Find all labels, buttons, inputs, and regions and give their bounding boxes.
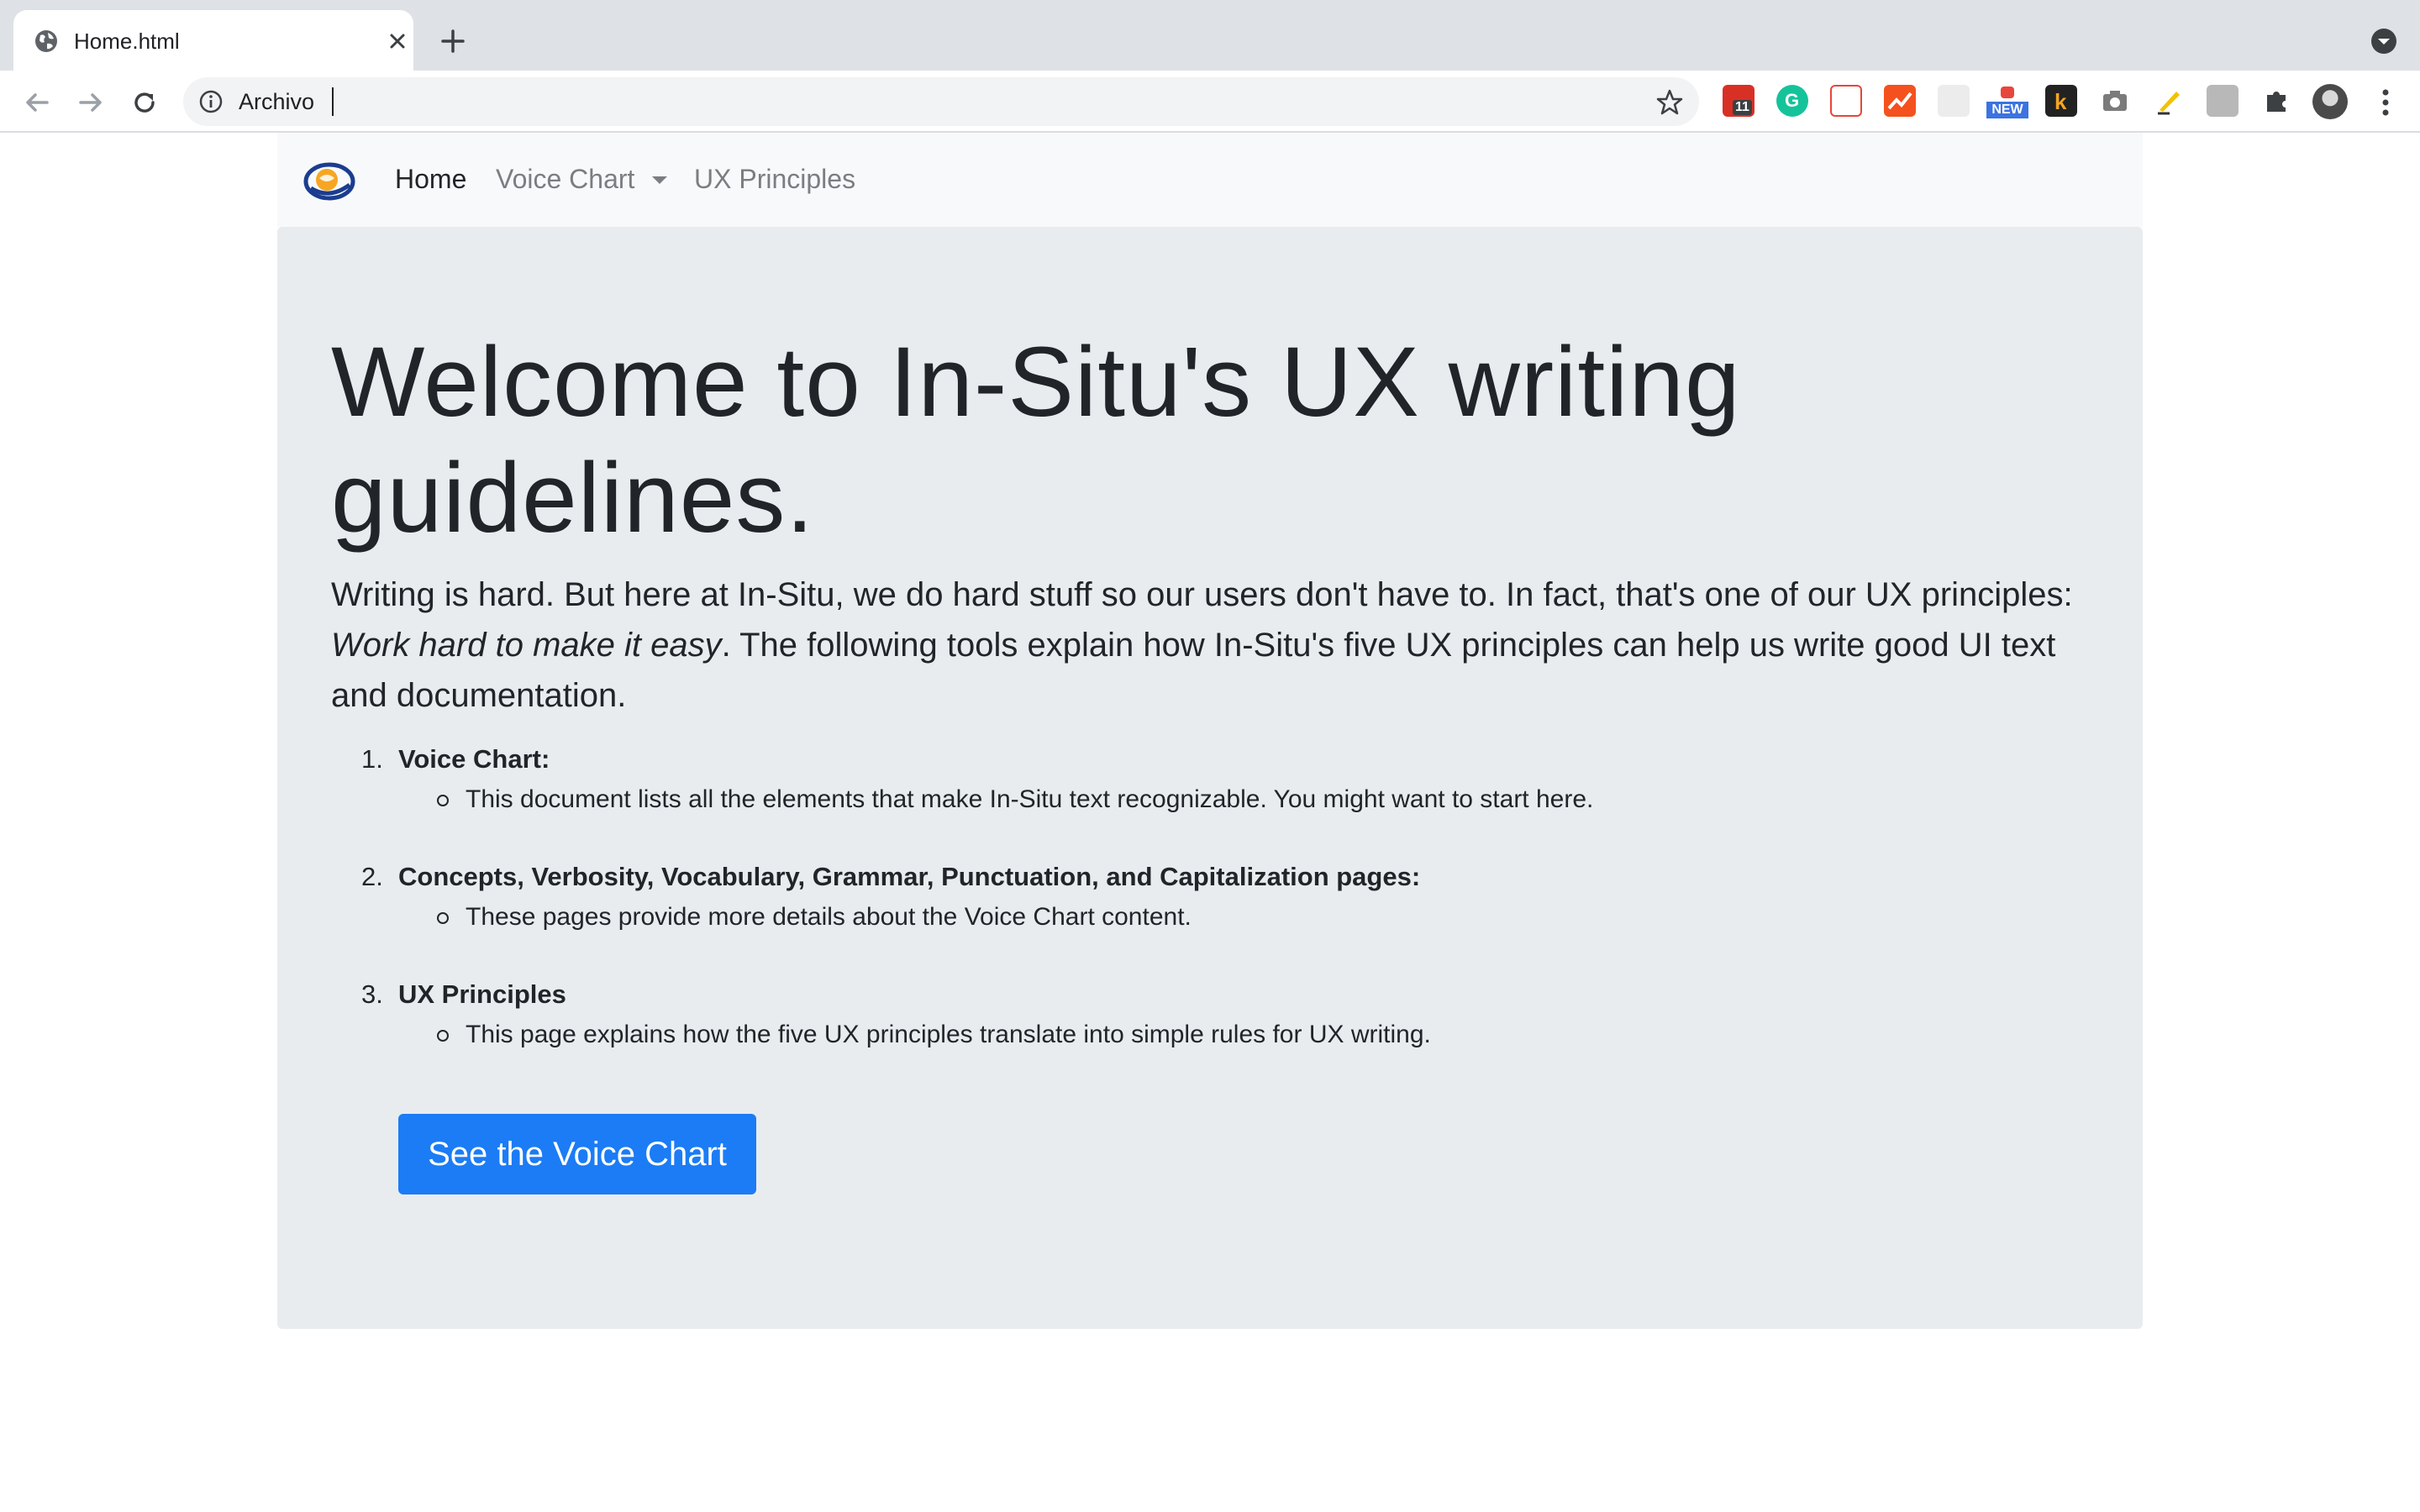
camera-icon (2103, 91, 2127, 111)
intro-paragraph: Writing is hard. But here at In-Situ, we… (331, 570, 2104, 721)
k-extension-icon[interactable]: k (2045, 85, 2077, 117)
intro-text-start: Writing is hard. But here at In-Situ, we… (331, 576, 2073, 613)
nav-home-link[interactable]: Home (395, 158, 466, 200)
sub-list: These pages provide more details about t… (398, 897, 2054, 937)
tab-title: Home.html (74, 29, 180, 54)
extensions-puzzle-icon[interactable] (2260, 85, 2292, 117)
profile-avatar[interactable] (2312, 84, 2348, 119)
sub-list: This document lists all the elements tha… (398, 780, 2054, 820)
sub-list: This page explains how the five UX princ… (398, 1015, 2054, 1055)
list-item: 3. UX Principles This page explains how … (331, 974, 2054, 1055)
address-text: Archivo (239, 89, 315, 114)
react-devtools-extension-icon[interactable] (1938, 85, 1970, 117)
nav-voice-chart-dropdown[interactable]: Voice Chart (496, 158, 634, 200)
list-item-title: Voice Chart: (398, 744, 550, 774)
grammarly-extension-icon[interactable]: G (1776, 85, 1808, 117)
sub-list-item: These pages provide more details about t… (437, 897, 2054, 937)
nav-ux-principles-link[interactable]: UX Principles (694, 158, 855, 200)
close-tab-icon[interactable] (385, 29, 410, 54)
list-number: 3. (361, 979, 383, 1009)
new-extension-icon[interactable]: NEW (1986, 85, 2028, 118)
back-arrow-icon[interactable] (20, 86, 54, 119)
highlighter-icon (2158, 92, 2180, 115)
page-title: Welcome to In-Situ's UX writing guidelin… (331, 327, 1741, 554)
calendar-extension-icon[interactable]: 11 (1723, 85, 1754, 117)
chevron-down-icon[interactable] (652, 176, 667, 184)
list-number: 2. (361, 862, 383, 891)
site-navbar: Home Voice Chart UX Principles (277, 133, 2143, 227)
text-cursor (332, 87, 334, 116)
globe-icon (35, 30, 57, 52)
list-item-title: Concepts, Verbosity, Vocabulary, Grammar… (398, 862, 1421, 891)
highlighter-extension-icon[interactable] (2153, 85, 2185, 117)
list-number: 1. (361, 744, 383, 774)
new-tab-icon[interactable] (439, 27, 467, 55)
browser-toolbar: Archivo 11 G NEW k (0, 71, 2420, 133)
tab-search-icon[interactable] (2370, 27, 2398, 55)
reload-icon[interactable] (128, 86, 161, 119)
grey-extension-icon[interactable] (2207, 85, 2238, 117)
list-item: 1. Voice Chart: This document lists all … (331, 739, 2054, 820)
sub-list-item: This page explains how the five UX princ… (437, 1015, 2054, 1055)
info-icon[interactable] (198, 89, 224, 114)
more-menu-icon[interactable] (2371, 86, 2400, 119)
forward-arrow-icon[interactable] (74, 86, 108, 119)
hero-panel: Welcome to In-Situ's UX writing guidelin… (277, 227, 2143, 1329)
trend-up-icon (1887, 92, 1912, 110)
pdf-extension-icon[interactable] (1830, 85, 1862, 117)
in-situ-logo[interactable] (302, 156, 356, 205)
list-item: 2. Concepts, Verbosity, Vocabulary, Gram… (331, 857, 2054, 937)
browser-tab[interactable]: Home.html (13, 10, 413, 71)
bookmark-star-icon[interactable] (1655, 88, 1684, 117)
list-item-title: UX Principles (398, 979, 566, 1009)
see-voice-chart-button[interactable]: See the Voice Chart (398, 1114, 756, 1194)
sub-list-item: This document lists all the elements tha… (437, 780, 2054, 820)
camera-extension-icon[interactable] (2099, 85, 2131, 117)
address-bar[interactable]: Archivo (183, 77, 1699, 126)
browser-tab-strip: Home.html (0, 0, 2420, 71)
tools-list: 1. Voice Chart: This document lists all … (331, 739, 2054, 1092)
analytics-extension-icon[interactable] (1884, 85, 1916, 117)
intro-emphasis: Work hard to make it easy (331, 627, 722, 664)
